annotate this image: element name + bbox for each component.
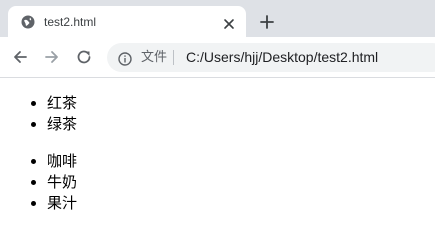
- list-item: 牛奶: [47, 172, 77, 193]
- plus-icon[interactable]: [259, 14, 275, 30]
- close-icon[interactable]: [223, 15, 235, 29]
- toolbar: 文件 C:/Users/hjj/Desktop/test2.html: [0, 37, 435, 78]
- tab-strip: test2.html: [0, 0, 435, 37]
- address-bar[interactable]: 文件 C:/Users/hjj/Desktop/test2.html: [107, 43, 435, 72]
- reload-icon[interactable]: [76, 49, 92, 65]
- tab-test2[interactable]: test2.html: [8, 6, 246, 37]
- url-text[interactable]: C:/Users/hjj/Desktop/test2.html: [186, 48, 378, 66]
- browser-window: test2.html 文件 C:/Users/hjj/Desktop/test2…: [0, 0, 435, 229]
- drink-list-1: 红茶 绿茶: [0, 93, 77, 135]
- back-arrow-icon[interactable]: [12, 49, 28, 65]
- info-icon[interactable]: [118, 51, 132, 66]
- omnibox-divider: [173, 50, 174, 65]
- globe-icon: [21, 14, 35, 29]
- list-item: 咖啡: [47, 151, 77, 172]
- security-label[interactable]: 文件: [141, 49, 167, 66]
- page-content: 红茶 绿茶 咖啡 牛奶 果汁: [0, 78, 435, 229]
- forward-arrow-icon[interactable]: [44, 49, 60, 65]
- tab-title: test2.html: [44, 15, 97, 29]
- drink-list-2: 咖啡 牛奶 果汁: [0, 151, 77, 214]
- list-item: 绿茶: [47, 114, 77, 135]
- list-item: 果汁: [47, 193, 77, 214]
- list-item: 红茶: [47, 93, 77, 114]
